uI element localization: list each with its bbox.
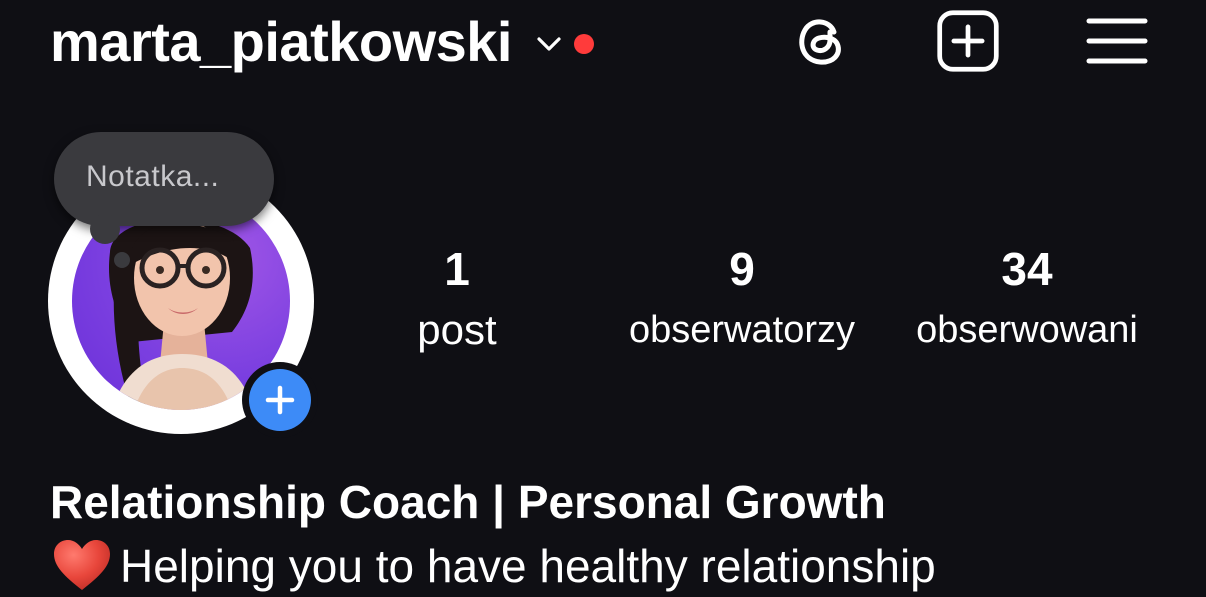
account-switcher[interactable]: marta_piatkowski [50,6,594,78]
plus-icon [249,369,311,431]
note-placeholder: Notatka... [86,160,220,193]
bio-text: Helping you to have healthy relationship [120,540,936,592]
posts-value: 1 [444,243,470,295]
following-value: 34 [1001,243,1053,295]
heart-emoji-icon [52,538,114,594]
note-bubble-tail-small [114,252,130,268]
following-count[interactable]: 34 obserwowani [892,240,1162,354]
chevron-down-icon [534,29,564,59]
notification-dot [573,34,594,54]
bio-name: Relationship Coach | Personal Growth [50,476,886,528]
username: marta_piatkowski [50,10,512,73]
following-label: obserwowani [916,309,1138,351]
followers-value: 9 [729,243,755,295]
note-bubble[interactable]: Notatka... [54,132,274,226]
followers-label: obserwatorzy [629,309,855,351]
note-bubble-tail [90,214,120,244]
menu-icon[interactable] [1084,8,1150,74]
bio-line: Helping you to have healthy relationship [52,538,936,594]
posts-label: post [417,306,497,353]
add-story-button[interactable] [242,362,318,438]
profile-header: marta_piatkowski [0,0,1206,96]
posts-count[interactable]: 1 post [398,240,516,354]
create-post-icon[interactable] [935,8,1001,74]
followers-count[interactable]: 9 obserwatorzy [606,240,878,354]
threads-icon[interactable] [788,8,854,74]
